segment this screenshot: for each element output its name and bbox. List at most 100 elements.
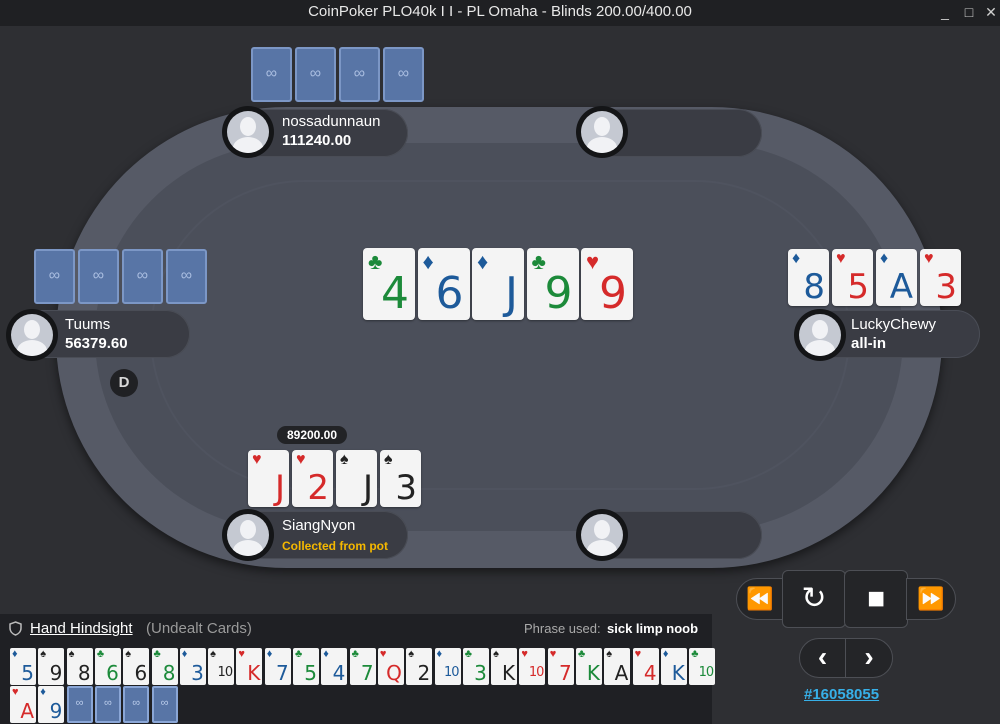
undealt-card-7-of-diamonds: ♦ 7	[264, 648, 291, 685]
card-rank: K	[247, 661, 261, 685]
card-3-of-hearts: ♥ 3	[920, 249, 961, 306]
heart-icon: ♥	[924, 250, 934, 267]
rewind-icon: ⏪	[746, 586, 774, 611]
bet-amount: 89200.00	[277, 426, 347, 444]
card-rank: Q	[386, 661, 402, 685]
hand-hindsight-title[interactable]: Hand Hindsight	[30, 620, 133, 637]
replay-button[interactable]: ↻	[782, 570, 846, 628]
card-rank: 8	[803, 267, 825, 307]
diamond-icon: ♦	[880, 250, 889, 267]
coinpoker-logo-icon: ∞	[265, 65, 278, 82]
card-j-of-diamonds: ♦ J	[472, 248, 524, 320]
next-hand-button[interactable]: ›	[845, 638, 893, 678]
undealt-card-9-of-spades: ♠ 9	[38, 648, 65, 685]
undealt-card-8-of-spades: ♠ 8	[66, 648, 93, 685]
card-rank: 10	[443, 665, 460, 680]
club-icon: ♣	[153, 648, 161, 660]
club-icon: ♣	[464, 648, 473, 660]
card-rank: 8	[77, 661, 91, 685]
spade-icon: ♠	[68, 648, 75, 660]
card-rank: J	[362, 468, 373, 508]
stop-button[interactable]: ■	[844, 570, 908, 628]
undealt-card-7-of-hearts: ♥ 7	[547, 648, 574, 685]
player-name: LuckyChewy	[851, 316, 937, 333]
card-back: ∞	[122, 249, 163, 304]
spade-icon: ♠	[408, 648, 415, 660]
coinpoker-logo-icon: ∞	[180, 267, 193, 284]
coinpoker-logo-icon: ∞	[48, 267, 61, 284]
card-rank: 7	[275, 661, 289, 685]
card-back: ∞	[383, 47, 424, 102]
card-rank: K	[501, 661, 516, 685]
minimize-icon[interactable]: _	[937, 4, 953, 20]
prev-hand-button[interactable]: ‹	[799, 638, 846, 678]
card-2-of-hearts: ♥ 2	[292, 450, 333, 507]
card-rank: 4	[332, 661, 346, 685]
card-rank: 6	[106, 661, 119, 685]
coinpoker-logo-icon: ∞	[309, 65, 322, 82]
card-rank: A	[614, 661, 629, 685]
card-rank: 4	[643, 661, 657, 685]
player-stack: all-in	[851, 335, 887, 352]
card-6-of-diamonds: ♦ 6	[417, 248, 470, 320]
card-rank: 3	[395, 468, 417, 508]
undealt-card-7-of-clubs: ♣ 7	[349, 648, 376, 685]
undealt-card-4-of-hearts: ♥ 4	[632, 648, 659, 685]
diamond-icon: ♦	[436, 648, 443, 660]
heart-icon: ♥	[238, 648, 245, 660]
close-icon[interactable]: ✕	[983, 4, 999, 20]
undealt-card-10-of-spades: ♠ 10	[208, 648, 235, 685]
card-j-of-hearts: ♥ J	[248, 450, 289, 507]
coinpoker-logo-icon: ∞	[353, 65, 366, 82]
card-rank: 9	[49, 661, 63, 685]
undealt-card-4-of-diamonds: ♦ 4	[321, 648, 348, 685]
club-icon: ♣	[578, 648, 586, 660]
undealt-card-10-of-diamonds: ♦ 10	[434, 648, 461, 685]
card-9-of-clubs: ♣ 9	[526, 248, 579, 320]
player-stack: 56379.60	[65, 335, 128, 352]
shield-icon	[9, 621, 22, 636]
card-5-of-hearts: ♥ 5	[832, 249, 873, 306]
diamond-icon: ♦	[181, 648, 188, 660]
heart-icon: ♥	[836, 250, 846, 267]
maximize-icon[interactable]: □	[961, 4, 977, 20]
card-8-of-diamonds: ♦ 8	[788, 249, 829, 306]
coinpoker-logo-icon: ∞	[160, 697, 169, 709]
rewind-button[interactable]: ⏪	[736, 578, 784, 620]
felt-line	[150, 180, 850, 490]
hidden-card-back: ∞	[151, 686, 178, 723]
spade-icon: ♠	[125, 648, 132, 660]
undealt-card-a-of-spades: ♠ A	[604, 648, 631, 685]
card-rank: 5	[21, 661, 34, 685]
spade-icon: ♠	[606, 648, 613, 660]
undealt-card-k-of-clubs: ♣ K	[576, 648, 602, 685]
avatar	[576, 106, 628, 158]
diamond-icon: ♦	[323, 648, 329, 660]
avatar	[576, 509, 628, 561]
card-rank: 9	[544, 268, 573, 319]
card-3-of-spades: ♠ 3	[380, 450, 421, 507]
spade-icon: ♠	[384, 451, 393, 468]
diamond-icon: ♦	[422, 249, 434, 274]
heart-icon: ♥	[252, 451, 262, 468]
heart-icon: ♥	[549, 648, 557, 660]
forward-button[interactable]: ⏩	[906, 578, 956, 620]
card-rank: 5	[847, 267, 869, 307]
card-rank: 8	[162, 661, 176, 685]
undealt-card-k-of-diamonds: ♦ K	[660, 648, 687, 685]
card-back: ∞	[295, 47, 336, 102]
poker-table-window: CoinPoker PLO40k I I - PL Omaha - Blinds…	[0, 0, 1000, 724]
diamond-icon: ♦	[266, 648, 273, 660]
player-name: nossadunnaun	[282, 113, 381, 130]
card-a-of-diamonds: ♦ A	[876, 249, 917, 306]
undealt-card-a-of-hearts: ♥ A	[10, 686, 36, 723]
avatar	[6, 309, 58, 361]
card-rank: 10	[217, 665, 234, 680]
card-back: ∞	[78, 249, 119, 304]
undealt-card-5-of-clubs: ♣ 5	[293, 648, 319, 685]
hand-id-link[interactable]: #16058055	[804, 686, 879, 703]
dealer-button: D	[110, 369, 138, 397]
chevron-right-icon: ›	[864, 641, 874, 672]
card-rank: 7	[360, 661, 374, 685]
player-name: SiangNyon	[282, 517, 356, 534]
